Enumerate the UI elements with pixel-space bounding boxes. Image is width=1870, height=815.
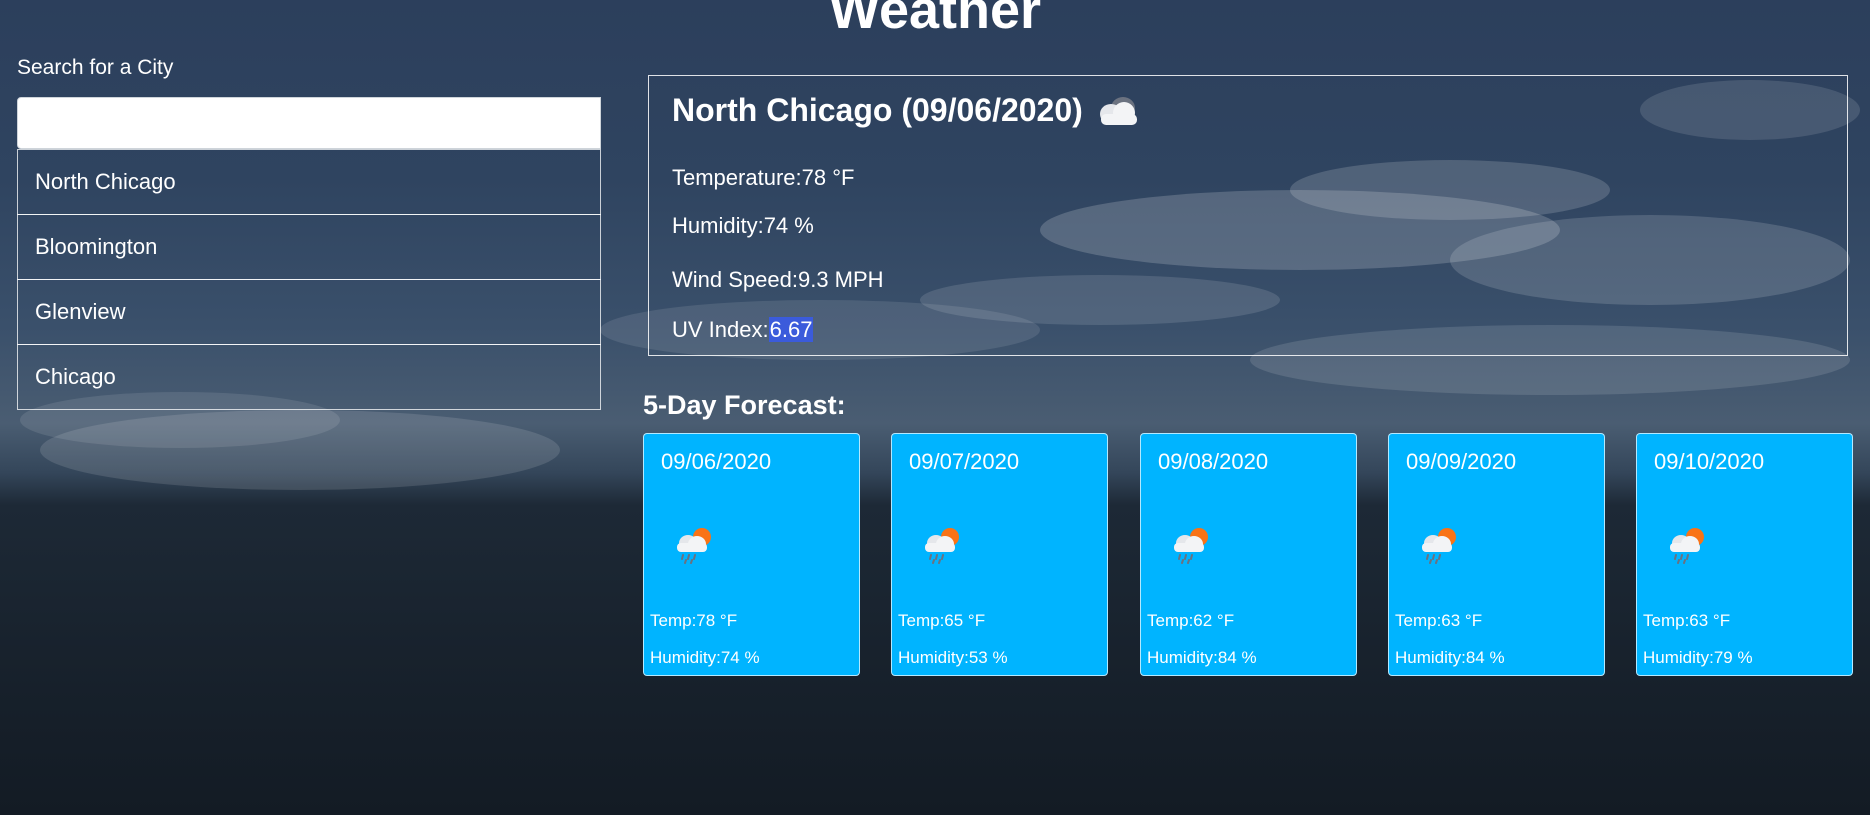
forecast-card: 09/07/2020 Temp:65 °F Humidity:53 % [891, 433, 1108, 676]
history-item-chicago[interactable]: Chicago [17, 344, 601, 410]
current-temperature: Temperature:78 °F [672, 165, 854, 191]
temperature-value: 78 °F [801, 165, 855, 190]
forecast-temp: Temp:63 °F [1395, 611, 1483, 630]
current-weather-heading: North Chicago (09/06/2020) [672, 92, 1143, 129]
history-item-bloomington[interactable]: Bloomington [17, 214, 601, 280]
forecast-humidity: Humidity:79 % [1643, 648, 1753, 667]
temperature-label: Temperature: [672, 165, 802, 190]
forecast-date: 09/06/2020 [661, 449, 772, 474]
cloud-icon [1099, 96, 1137, 125]
forecast-card: 09/10/2020 Temp:63 °F Humidity:79 % [1636, 433, 1853, 676]
forecast-card: 09/06/2020 Temp:78 °F Humidity:74 % [643, 433, 860, 676]
forecast-temp: Temp:78 °F [650, 611, 738, 630]
current-wind-speed: Wind Speed:9.3 MPH [672, 267, 884, 293]
current-weather-panel: North Chicago (09/06/2020) Temperature:7… [648, 75, 1848, 356]
current-humidity: Humidity:74 % [672, 213, 814, 239]
forecast-humidity: Humidity:53 % [898, 648, 1008, 667]
forecast-humidity: Humidity:74 % [650, 648, 760, 667]
wind-speed-label: Wind Speed: [672, 267, 798, 292]
current-city-date: North Chicago (09/06/2020) [672, 92, 1083, 128]
forecast-date: 09/08/2020 [1158, 449, 1269, 474]
page-title: Weather [828, 0, 1042, 40]
city-search-input[interactable] [17, 97, 601, 149]
humidity-value: 74 % [763, 213, 814, 238]
wind-speed-value: 9.3 MPH [797, 267, 884, 292]
forecast-title: 5-Day Forecast: [643, 390, 846, 420]
humidity-label: Humidity: [672, 213, 764, 238]
forecast-humidity: Humidity:84 % [1147, 648, 1257, 667]
forecast-card: 09/09/2020 Temp:63 °F Humidity:84 % [1388, 433, 1605, 676]
search-label: Search for a City [17, 56, 174, 79]
forecast-date: 09/09/2020 [1406, 449, 1517, 474]
forecast-card: 09/08/2020 Temp:62 °F Humidity:84 % [1140, 433, 1357, 676]
forecast-temp: Temp:63 °F [1643, 611, 1731, 630]
rain-cloud-sun-icon [1670, 528, 1704, 564]
uv-index-badge: 6.67 [768, 317, 814, 342]
uv-index-label: UV Index: [672, 317, 769, 342]
forecast-humidity: Humidity:84 % [1395, 648, 1505, 667]
rain-cloud-sun-icon [925, 528, 959, 564]
rain-cloud-sun-icon [1174, 528, 1208, 564]
rain-cloud-sun-icon [1422, 528, 1456, 564]
current-uv-index: UV Index:6.67 [672, 317, 814, 343]
rain-cloud-sun-icon [677, 528, 711, 564]
history-item-north-chicago[interactable]: North Chicago [17, 149, 601, 215]
history-item-glenview[interactable]: Glenview [17, 279, 601, 345]
forecast-temp: Temp:65 °F [898, 611, 986, 630]
search-history-list: North Chicago Bloomington Glenview Chica… [17, 149, 601, 410]
forecast-date: 09/07/2020 [909, 449, 1020, 474]
forecast-temp: Temp:62 °F [1147, 611, 1235, 630]
forecast-date: 09/10/2020 [1654, 449, 1765, 474]
